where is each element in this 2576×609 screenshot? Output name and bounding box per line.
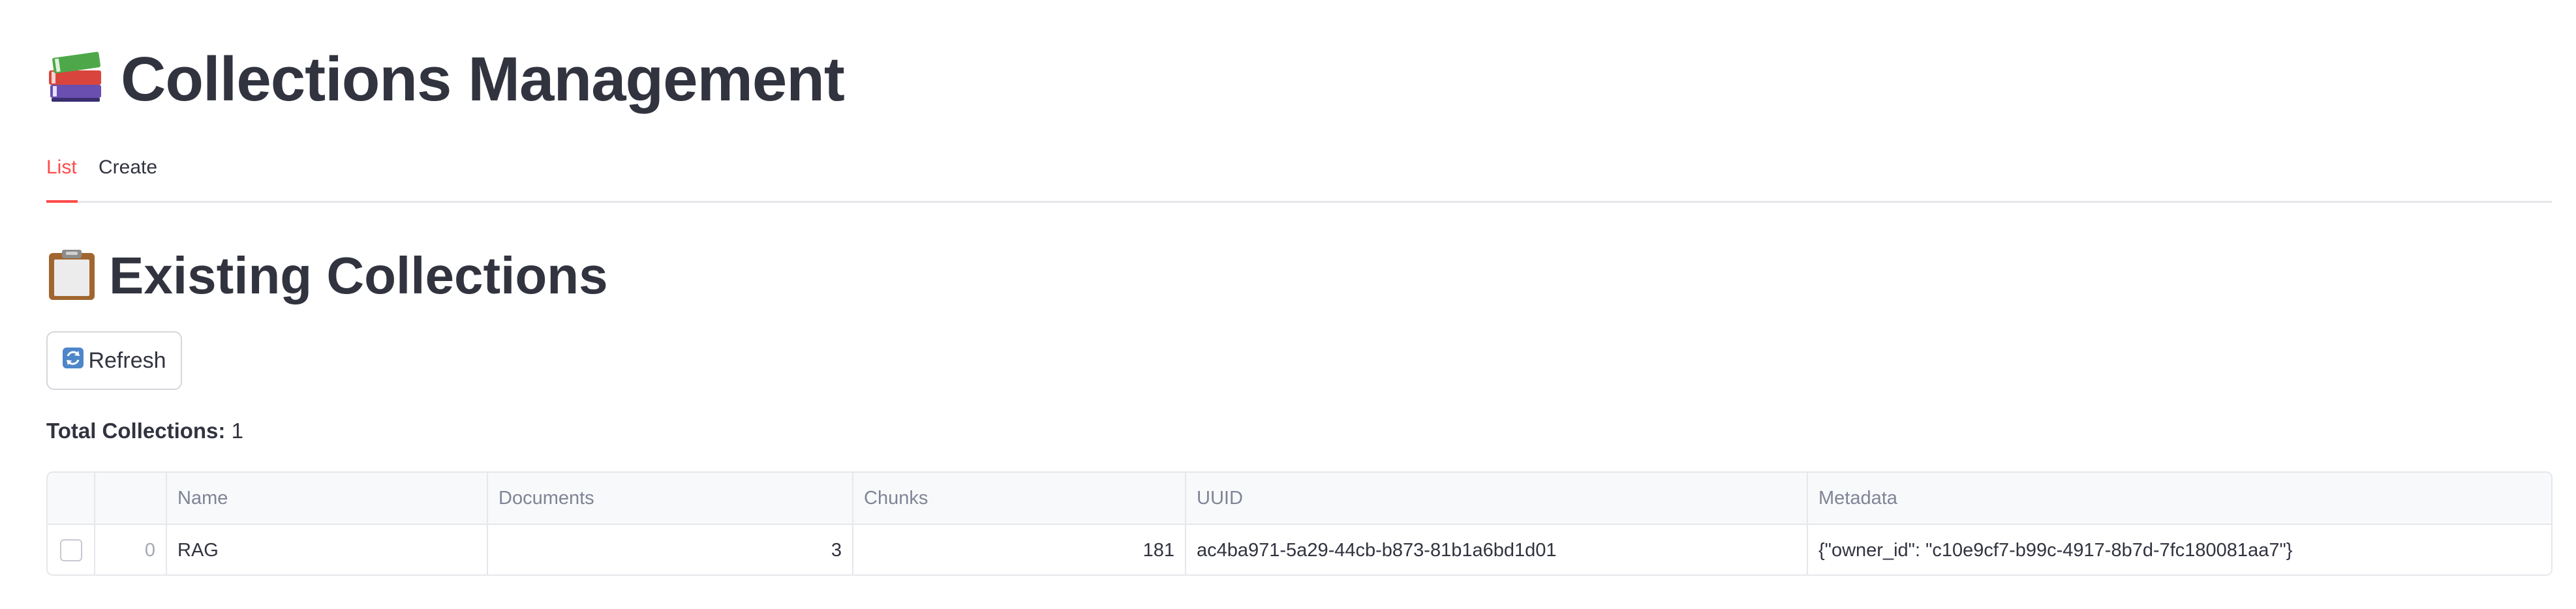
app-page: Collections Management List Create Exist… xyxy=(0,0,2576,609)
refresh-label: Refresh xyxy=(88,348,166,373)
row-index: 0 xyxy=(95,525,167,574)
refresh-button[interactable]: Refresh xyxy=(46,331,182,390)
row-select-cell xyxy=(48,525,95,574)
tab-create[interactable]: Create xyxy=(99,158,157,177)
page-header: Collections Management xyxy=(46,40,845,119)
header-metadata[interactable]: Metadata xyxy=(1808,473,2551,524)
cell-metadata[interactable]: {"owner_id": "c10e9cf7-b99c-4917-8b7d-7f… xyxy=(1808,525,2551,574)
section-title: Existing Collections xyxy=(109,246,608,304)
clipboard-icon xyxy=(46,248,97,304)
header-chunks[interactable]: Chunks xyxy=(853,473,1186,524)
cell-documents[interactable]: 3 xyxy=(488,525,853,574)
header-index xyxy=(95,473,167,524)
header-uuid[interactable]: UUID xyxy=(1186,473,1808,524)
header-name[interactable]: Name xyxy=(167,473,488,524)
books-icon xyxy=(46,48,106,111)
total-collections: Total Collections: 1 xyxy=(46,419,243,443)
tab-bar: List Create xyxy=(46,151,2552,203)
header-documents[interactable]: Documents xyxy=(488,473,853,524)
refresh-icon xyxy=(62,347,84,375)
section-header: Existing Collections xyxy=(46,240,608,312)
tab-list[interactable]: List xyxy=(46,158,77,177)
cell-uuid[interactable]: ac4ba971-5a29-44cb-b873-81b1a6bd1d01 xyxy=(1186,525,1808,574)
table-header-row: Name Documents Chunks UUID Metadata xyxy=(48,473,2551,525)
page-title: Collections Management xyxy=(121,44,845,114)
cell-chunks[interactable]: 181 xyxy=(853,525,1186,574)
collections-table: Name Documents Chunks UUID Metadata 0 RA… xyxy=(46,471,2553,576)
table-row[interactable]: 0 RAG 3 181 ac4ba971-5a29-44cb-b873-81b1… xyxy=(48,525,2551,574)
cell-name[interactable]: RAG xyxy=(167,525,488,574)
total-label: Total Collections: xyxy=(46,419,226,443)
row-checkbox[interactable] xyxy=(59,539,82,561)
header-select[interactable] xyxy=(48,473,95,524)
total-value: 1 xyxy=(231,419,243,443)
active-tab-indicator xyxy=(46,200,78,203)
